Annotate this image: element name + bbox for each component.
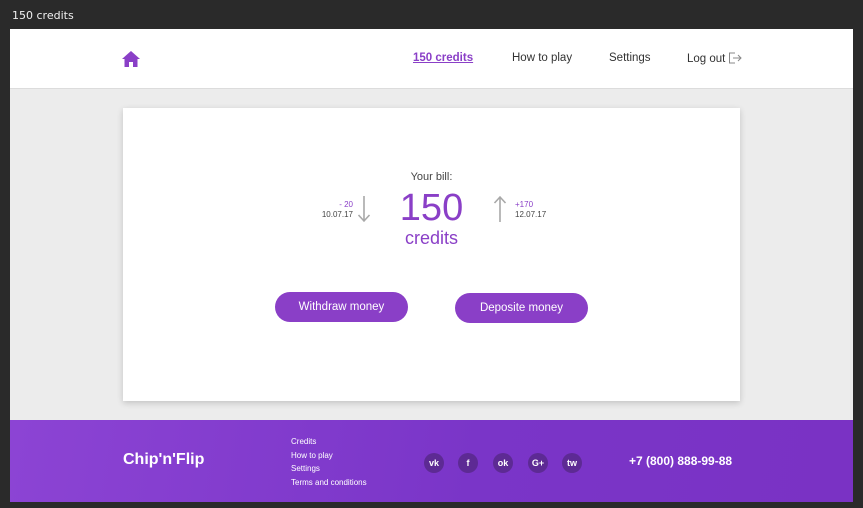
footer-link-terms[interactable]: Terms and conditions bbox=[291, 476, 367, 490]
odnoklassniki-icon[interactable]: ok bbox=[493, 453, 513, 473]
arrow-up-icon bbox=[493, 195, 507, 222]
nav-settings[interactable]: Settings bbox=[609, 52, 651, 64]
nav-log-out[interactable]: Log out bbox=[687, 52, 743, 65]
twitter-icon[interactable]: tw bbox=[562, 453, 582, 473]
bill-card: Your bill: - 20 10.07.17 150 credits +17… bbox=[123, 108, 740, 401]
last-credit: +170 12.07.17 bbox=[515, 200, 565, 220]
credit-unit: credits bbox=[404, 228, 458, 248]
log-out-icon bbox=[729, 52, 743, 64]
nav-credits[interactable]: 150 credits bbox=[413, 52, 473, 64]
top-header: 150 credits How to play Settings Log out bbox=[10, 29, 853, 89]
credit-date: 12.07.17 bbox=[515, 210, 547, 219]
vk-icon[interactable]: vk bbox=[424, 453, 444, 473]
footer-brand: Chip'n'Flip bbox=[123, 451, 205, 468]
nav-log-out-label: Log out bbox=[687, 53, 726, 65]
nav-how-to-play[interactable]: How to play bbox=[512, 52, 572, 64]
bill-label: Your bill: bbox=[410, 171, 453, 183]
app-frame: 150 credits How to play Settings Log out… bbox=[10, 29, 853, 502]
footer: Chip'n'Flip Credits How to play Settings… bbox=[10, 420, 853, 502]
footer-link-settings[interactable]: Settings bbox=[291, 462, 367, 476]
footer-link-credits[interactable]: Credits bbox=[291, 435, 367, 449]
deposit-money-button[interactable]: Deposite money bbox=[455, 293, 588, 323]
google-plus-icon[interactable]: G+ bbox=[528, 453, 548, 473]
footer-links: Credits How to play Settings Terms and c… bbox=[291, 435, 367, 489]
credit-delta: +170 bbox=[515, 200, 534, 209]
credit-amount: 150 bbox=[399, 187, 464, 229]
withdraw-money-button[interactable]: Withdraw money bbox=[275, 292, 408, 322]
footer-phone: +7 (800) 888-99-88 bbox=[629, 454, 733, 468]
window-title: 150 credits bbox=[12, 9, 74, 22]
footer-link-how-to-play[interactable]: How to play bbox=[291, 449, 367, 463]
home-icon[interactable] bbox=[121, 50, 141, 68]
facebook-icon[interactable]: f bbox=[458, 453, 478, 473]
